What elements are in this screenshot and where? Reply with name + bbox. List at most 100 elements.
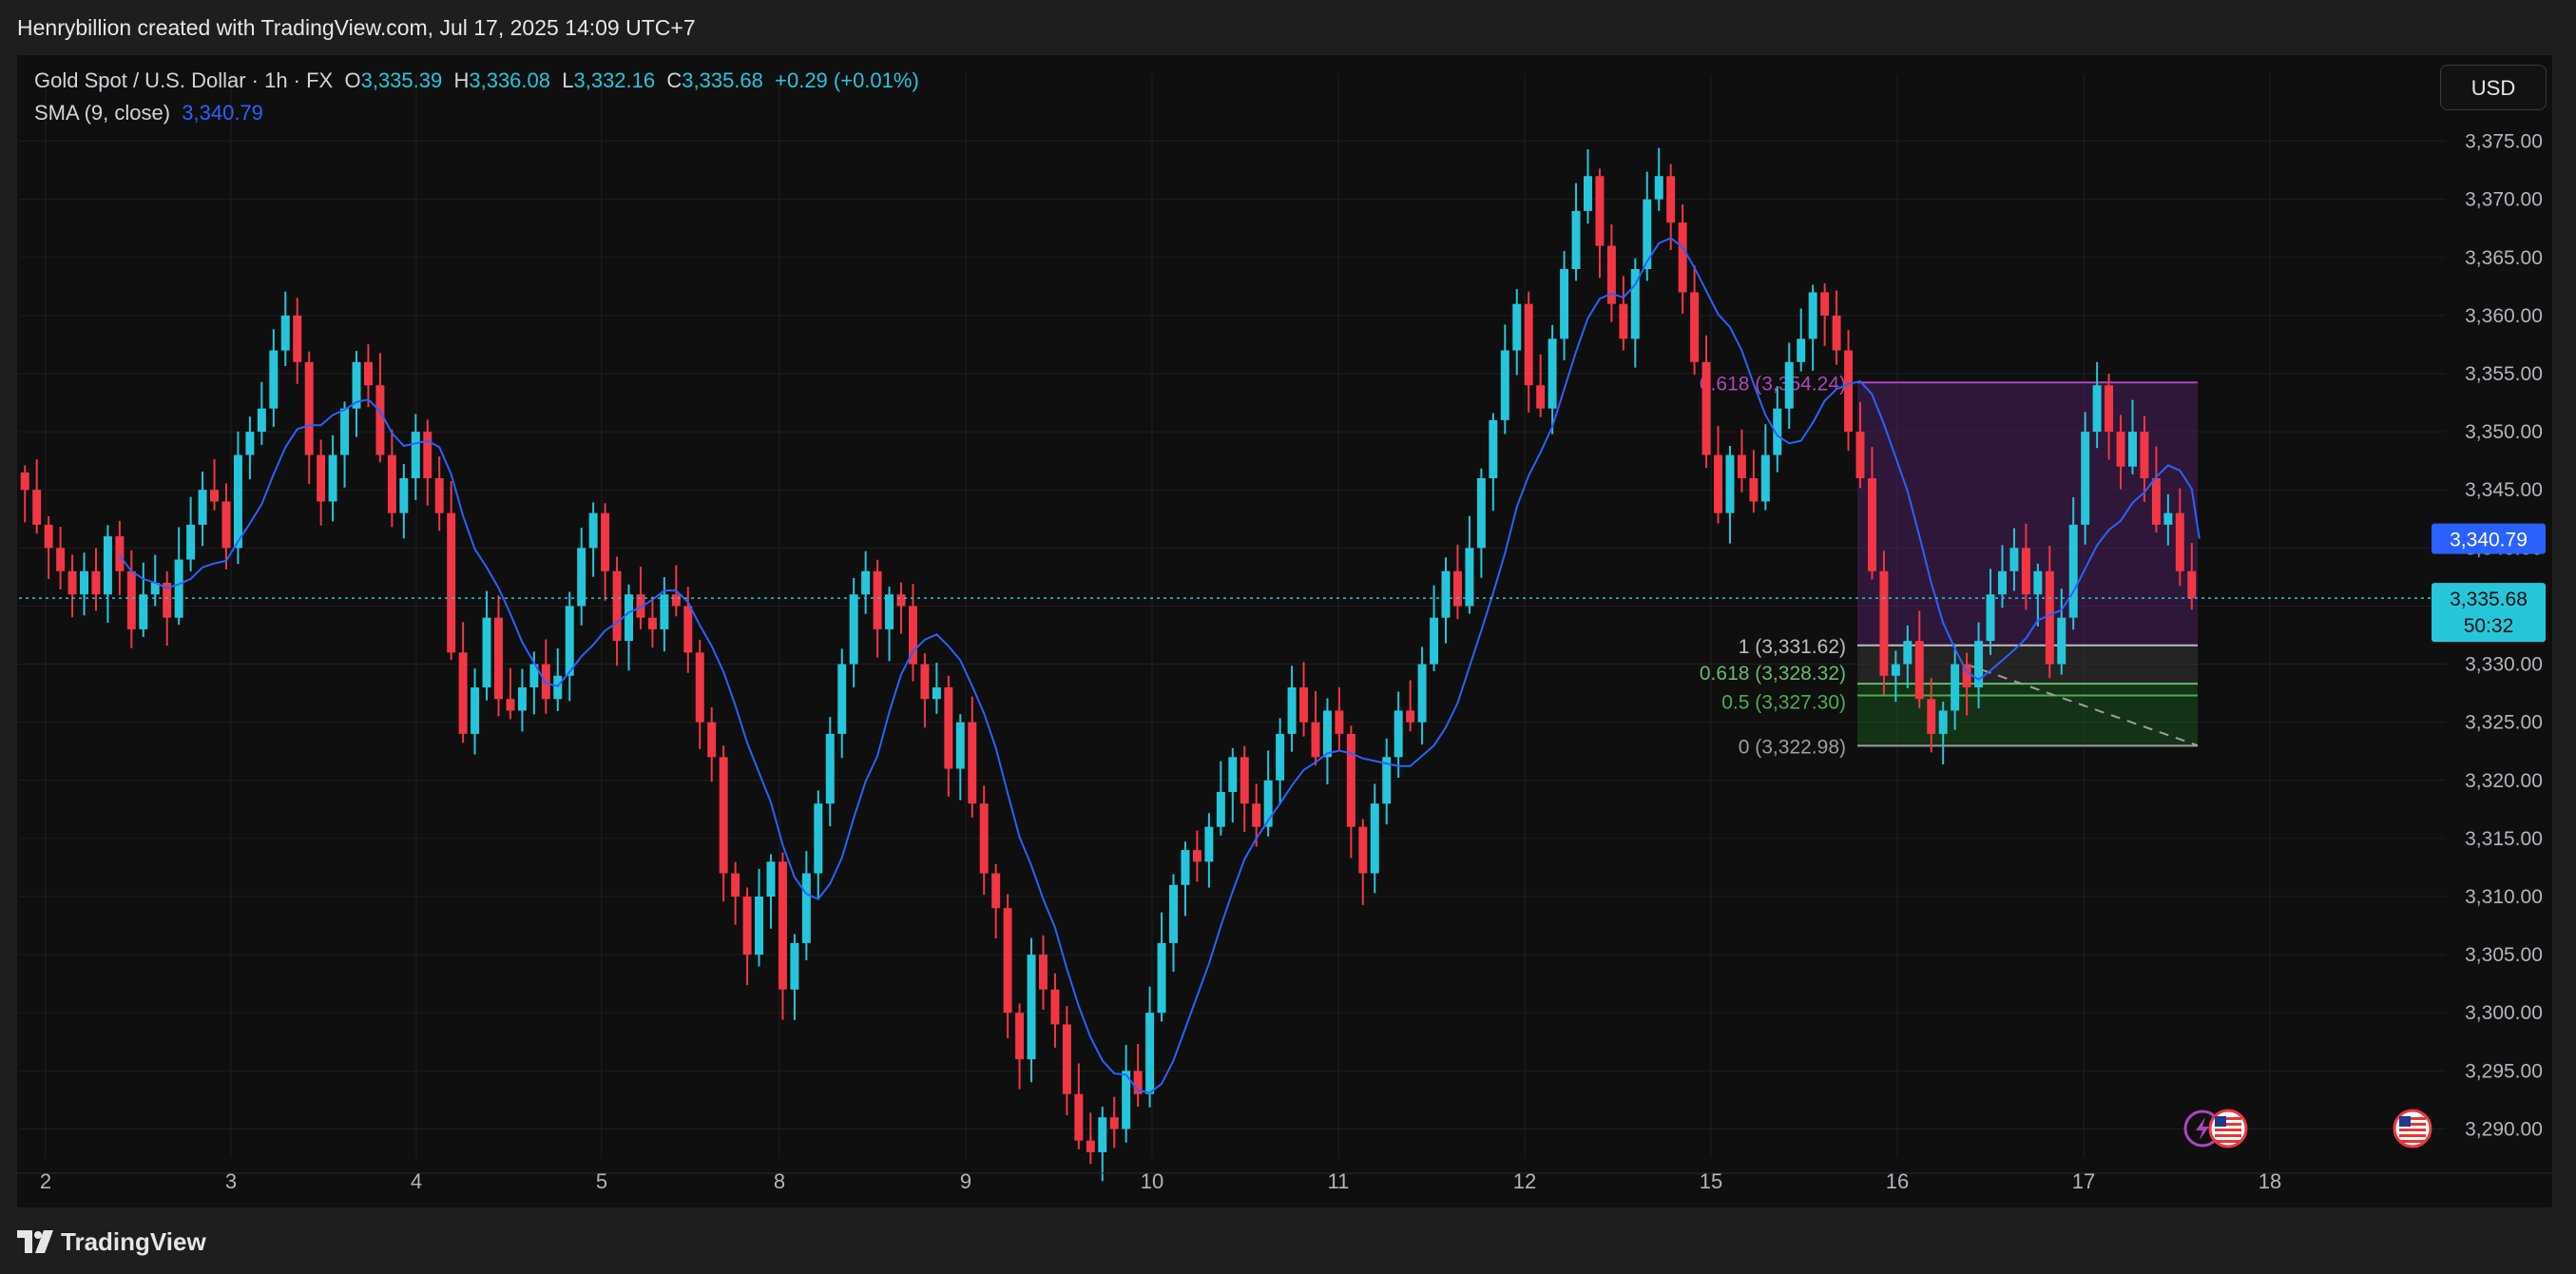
candle-body xyxy=(20,472,29,491)
open-value: 3,335.39 xyxy=(360,68,443,92)
candle-body xyxy=(719,757,728,874)
candle-body xyxy=(1181,850,1190,885)
time-tick-label: 16 xyxy=(1886,1169,1909,1193)
price-tick-label: 3,320.00 xyxy=(2465,770,2543,792)
candle-body xyxy=(2140,432,2149,478)
candle-body xyxy=(861,570,871,595)
time-tick-label: 12 xyxy=(1513,1169,1536,1193)
candle-body xyxy=(458,652,468,734)
candle-body xyxy=(920,664,930,700)
candle-body xyxy=(399,478,409,513)
legend-ohlc-row: Gold Spot / U.S. Dollar · 1h · FX O3,335… xyxy=(34,68,919,92)
change-value: +0.29 (+0.01%) xyxy=(775,68,919,92)
candle-body xyxy=(1808,292,1817,339)
candle-body xyxy=(2033,570,2043,595)
price-tick-label: 3,330.00 xyxy=(2465,654,2543,676)
candle-body xyxy=(1536,385,1546,409)
price-chart[interactable]: 0.618 (3,354.24) 1 (3,331.62) 0.618 (3,328… xyxy=(17,55,2552,1207)
candle-body xyxy=(1039,955,1048,990)
price-tick-label: 3,345.00 xyxy=(2465,479,2543,501)
candle-body xyxy=(790,942,799,990)
candle-body xyxy=(2009,548,2019,571)
candle-body xyxy=(660,594,669,629)
time-tick-label: 5 xyxy=(596,1169,607,1193)
candle-body xyxy=(1027,955,1036,1060)
candle-body xyxy=(944,687,953,769)
candle-body xyxy=(742,897,752,956)
symbol-title[interactable]: Gold Spot / U.S. Dollar · 1h · FX xyxy=(34,68,333,92)
candle-body xyxy=(517,687,527,711)
candle-body xyxy=(1760,454,1770,502)
fib-zone-green xyxy=(1857,684,2198,746)
candle-body xyxy=(1157,942,1166,1013)
candle-body xyxy=(731,873,740,897)
candle-body xyxy=(1879,570,1889,676)
chart-area[interactable]: 0.618 (3,354.24) 1 (3,331.62) 0.618 (3,328… xyxy=(17,55,2552,1207)
candle-body xyxy=(1951,664,1960,711)
candle-body xyxy=(1003,908,1012,1013)
candle-body xyxy=(707,722,717,758)
candle-body xyxy=(1867,478,1876,571)
candle-body xyxy=(80,570,88,595)
candle-body xyxy=(1903,641,1913,665)
candle-body xyxy=(1299,687,1309,723)
candle-body xyxy=(979,803,989,874)
time-tick-label: 11 xyxy=(1328,1169,1350,1193)
price-tick-label: 3,350.00 xyxy=(2465,421,2543,443)
candle-body xyxy=(1086,1140,1095,1152)
us-flag-stripe xyxy=(2399,1140,2426,1143)
candle-body xyxy=(494,617,503,700)
sma-label[interactable]: SMA (9, close) xyxy=(34,101,170,125)
candle-body xyxy=(1228,757,1238,792)
currency-button[interactable]: USD xyxy=(2440,65,2547,110)
us-flag-icon[interactable] xyxy=(2208,1109,2248,1149)
candle-body xyxy=(434,478,444,513)
sma-value: 3,340.79 xyxy=(182,101,263,125)
time-tick-label: 18 xyxy=(2259,1169,2281,1193)
fib-level-label: 0.618 (3,328.32) xyxy=(1700,663,1846,685)
candle-body xyxy=(647,617,657,629)
candle-body xyxy=(849,594,858,665)
brand-name: TradingView xyxy=(61,1226,206,1256)
candle-body xyxy=(1109,1117,1119,1129)
candle-body xyxy=(221,501,231,549)
legend-sma-row: SMA (9, close) 3,340.79 xyxy=(34,97,919,129)
legend: Gold Spot / U.S. Dollar · 1h · FX O3,335… xyxy=(34,65,919,129)
candle-body xyxy=(814,803,823,874)
candle-body xyxy=(873,570,882,629)
us-flag-stripe xyxy=(2215,1134,2241,1137)
candle-body xyxy=(56,548,66,571)
tradingview-logo[interactable]: TradingView xyxy=(17,1225,206,1259)
candle-body xyxy=(2187,570,2197,599)
candle-body xyxy=(340,408,350,455)
time-axis[interactable]: 2 3 4 5 8 9 10 11 12 15 16 17 18 xyxy=(17,1169,2552,1193)
candle-body xyxy=(293,315,302,362)
candle-body xyxy=(1430,617,1439,665)
candle-body xyxy=(1891,664,1900,676)
candle-body xyxy=(126,570,136,629)
candle-body xyxy=(625,594,633,642)
candle-body xyxy=(1476,478,1486,549)
candle-body xyxy=(1524,303,1533,386)
price-tick-label: 3,360.00 xyxy=(2465,305,2543,327)
current-price-text: 3,335.68 xyxy=(2450,589,2528,610)
fib-level-top-label: 0.618 (3,354.24) xyxy=(1700,373,1846,395)
us-flag-icon[interactable] xyxy=(2393,1109,2432,1149)
candle-body xyxy=(1749,478,1759,502)
candle-body xyxy=(2021,548,2030,595)
candle-body xyxy=(825,733,835,804)
candle-body xyxy=(1997,570,2007,595)
candle-body xyxy=(1145,1013,1155,1094)
candle-body xyxy=(2057,617,2067,665)
candle-body xyxy=(1595,176,1605,246)
candle-body xyxy=(553,675,563,700)
candle-body xyxy=(601,512,610,571)
time-tick-label: 8 xyxy=(774,1169,785,1193)
us-flag-stripe xyxy=(2215,1140,2241,1143)
tradingview-logo-icon xyxy=(17,1230,53,1253)
candle-body xyxy=(577,548,586,607)
candle-body xyxy=(1714,454,1722,513)
countdown-text: 50:32 xyxy=(2464,615,2514,637)
fib-level-label: 0.5 (3,327.30) xyxy=(1721,692,1846,714)
candle-body xyxy=(269,350,279,409)
